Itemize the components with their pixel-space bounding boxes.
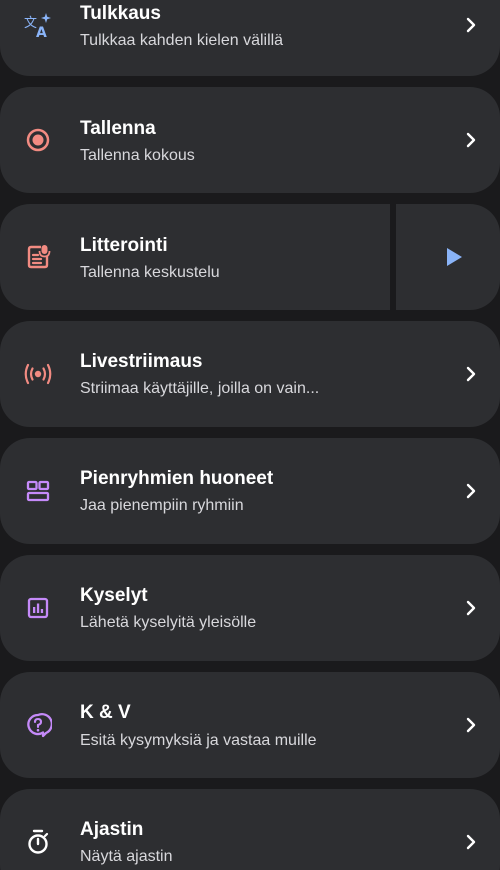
activity-item-qa[interactable]: K & V Esitä kysymyksiä ja vastaa muille <box>0 672 500 778</box>
activity-item-live-stream[interactable]: Livestriimaus Striimaa käyttäjille, joil… <box>0 321 500 427</box>
activity-title: Tallenna <box>80 118 156 139</box>
chevron-right-icon <box>466 483 476 499</box>
activity-subtitle: Striimaa käyttäjille, joilla on vain... <box>80 380 320 397</box>
activity-subtitle: Tallenna keskustelu <box>80 264 220 281</box>
timer-icon <box>20 824 56 860</box>
poll-icon <box>20 590 56 626</box>
qa-icon <box>20 707 56 743</box>
svg-text:A: A <box>36 25 47 40</box>
translate-icon: 文 A <box>20 7 56 43</box>
activity-subtitle: Tallenna kokous <box>80 147 195 164</box>
activity-title: Pienryhmien huoneet <box>80 468 274 489</box>
activity-item-polls[interactable]: Kyselyt Lähetä kyselyitä yleisölle <box>0 555 500 661</box>
meeting-activities-list: 文 A Tulkkaus Tulkkaa kahden kielen välil… <box>0 0 500 870</box>
activity-item-record[interactable]: Tallenna Tallenna kokous <box>0 87 500 193</box>
chevron-right-icon <box>466 834 476 850</box>
activity-title: Livestriimaus <box>80 351 203 372</box>
play-icon <box>447 248 462 266</box>
activity-item-breakout-rooms[interactable]: Pienryhmien huoneet Jaa pienempiin ryhmi… <box>0 438 500 544</box>
chevron-right-icon <box>466 717 476 733</box>
activity-subtitle: Jaa pienempiin ryhmiin <box>80 497 244 514</box>
activity-title: Tulkkaus <box>80 3 161 24</box>
activity-subtitle: Tulkkaa kahden kielen välillä <box>80 32 284 49</box>
activity-item-translate[interactable]: 文 A Tulkkaus Tulkkaa kahden kielen välil… <box>0 0 500 76</box>
chevron-right-icon <box>466 17 476 33</box>
breakout-rooms-icon <box>20 473 56 509</box>
transcript-start-button[interactable] <box>396 204 500 310</box>
chevron-right-icon <box>466 600 476 616</box>
activity-title: Litterointi <box>80 235 168 256</box>
activity-title: Ajastin <box>80 819 144 840</box>
activity-subtitle: Lähetä kyselyitä yleisölle <box>80 614 257 631</box>
activity-title: Kyselyt <box>80 585 148 606</box>
transcript-icon <box>20 239 56 275</box>
transcript-open-area[interactable]: Litterointi Tallenna keskustelu <box>0 204 390 310</box>
activity-subtitle: Esitä kysymyksiä ja vastaa muille <box>80 732 317 749</box>
chevron-right-icon <box>466 366 476 382</box>
activity-title: K & V <box>80 702 131 723</box>
chevron-right-icon <box>466 132 476 148</box>
activity-item-timer[interactable]: Ajastin Näytä ajastin <box>0 789 500 870</box>
live-stream-icon <box>20 356 56 392</box>
record-icon <box>20 122 56 158</box>
activity-subtitle: Näytä ajastin <box>80 848 173 865</box>
activity-item-transcript: Litterointi Tallenna keskustelu <box>0 204 500 310</box>
